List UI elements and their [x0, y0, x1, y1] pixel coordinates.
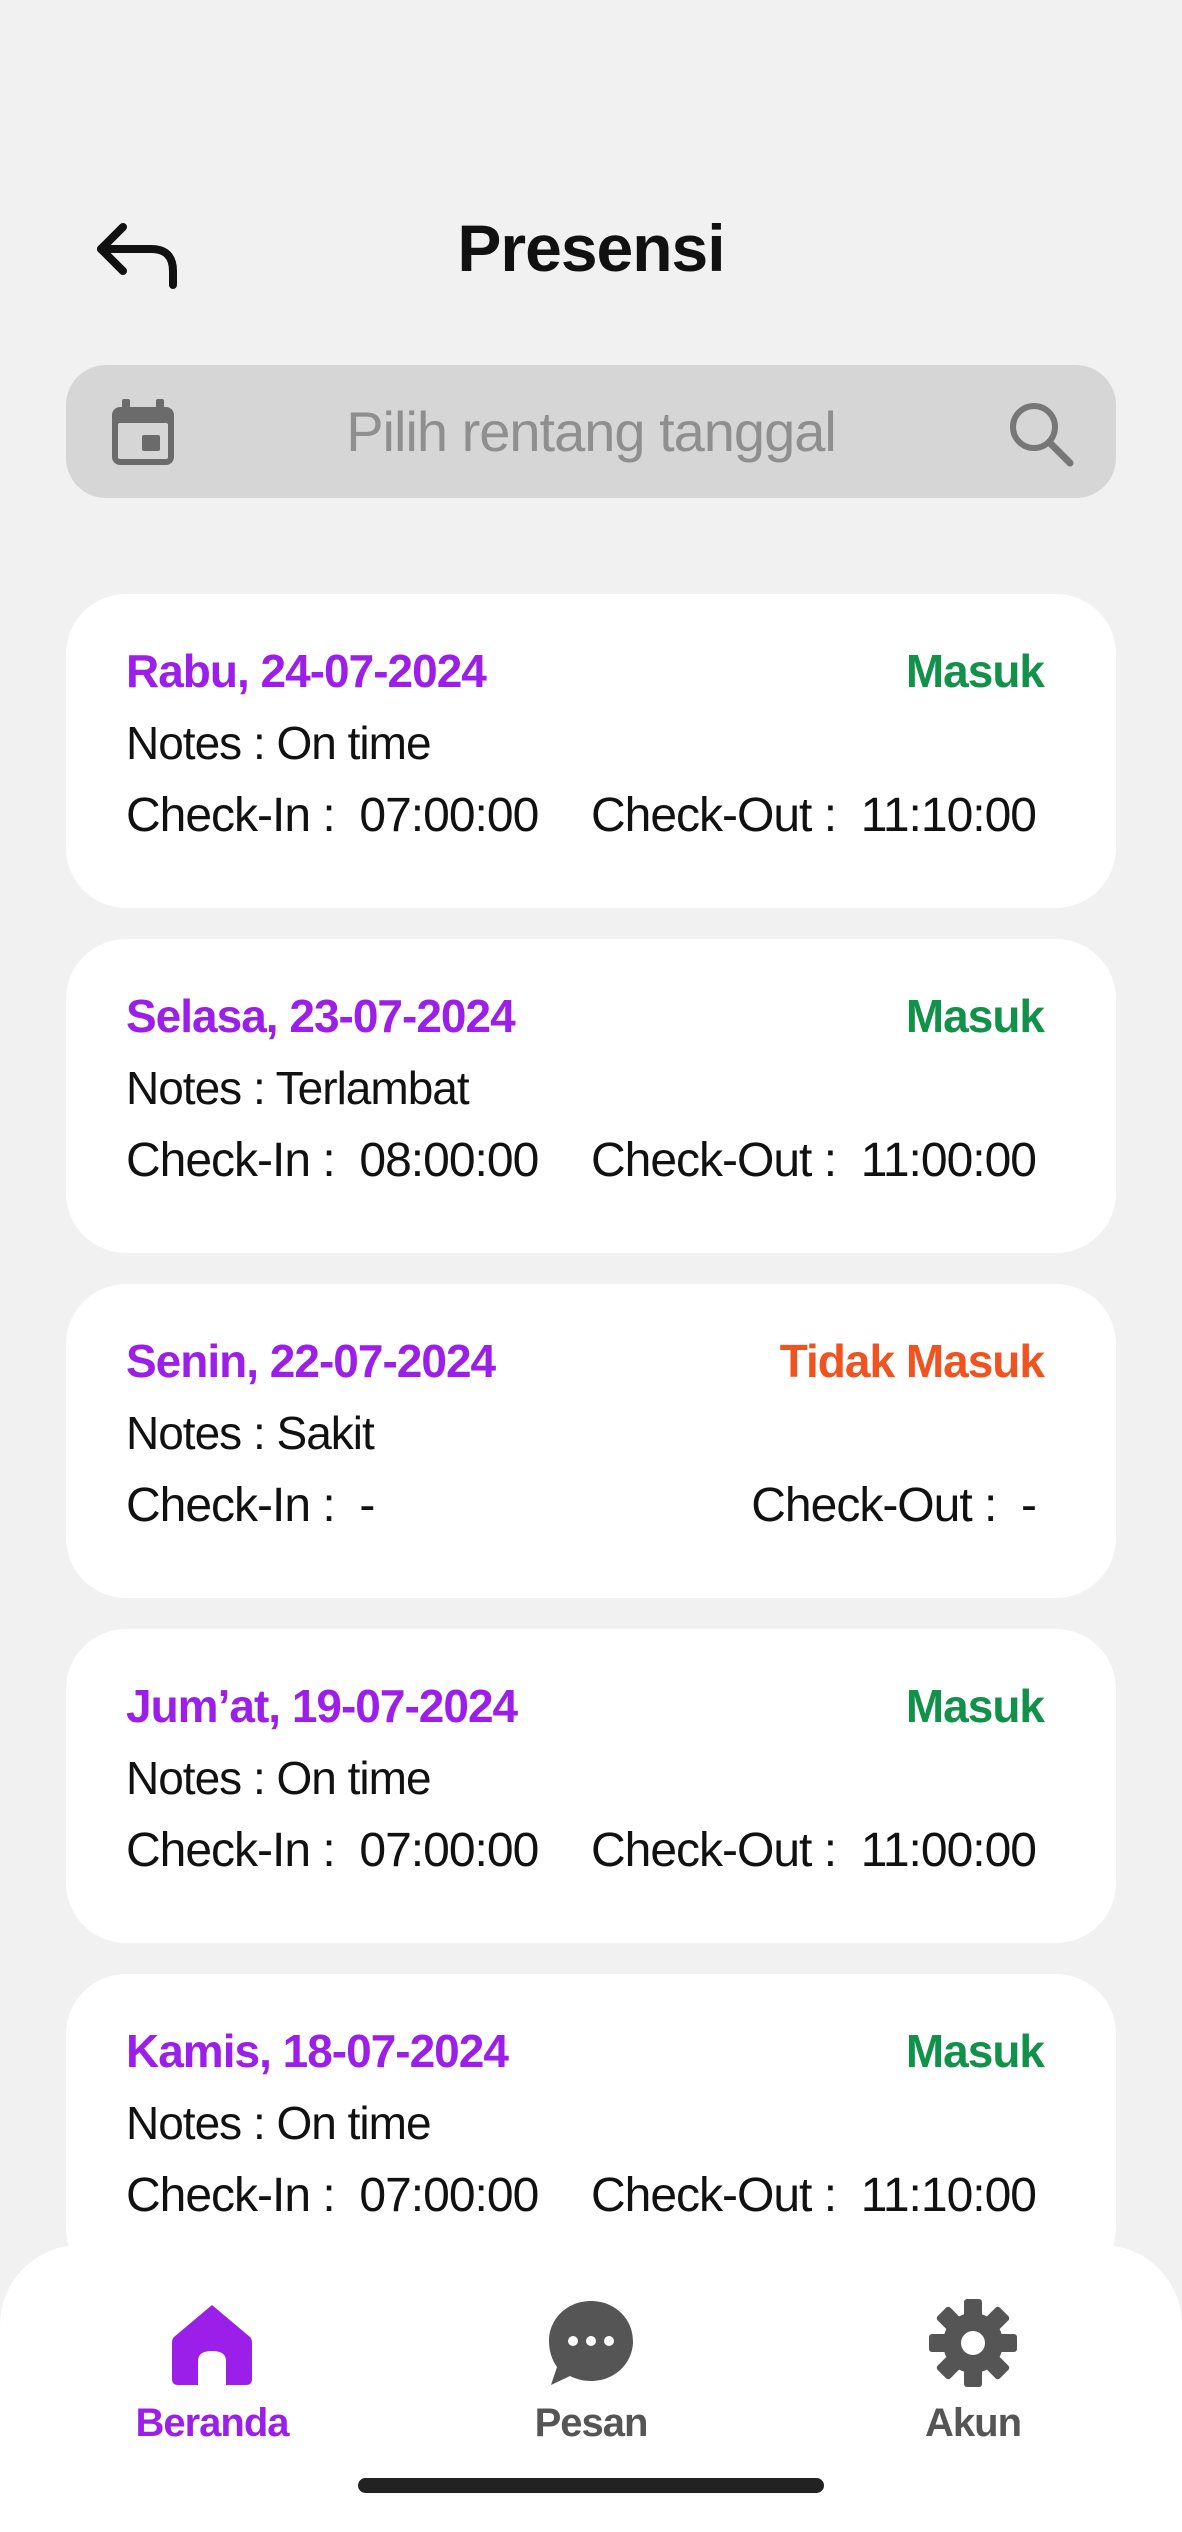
nav-item-akun[interactable]: Akun — [853, 2295, 1093, 2475]
attendance-notes: Notes : Sakit — [126, 1407, 375, 1459]
attendance-status: Tidak Masuk — [779, 1335, 1045, 1387]
check-in-time: Check-In : 07:00:00 — [126, 1824, 539, 1877]
date-range-picker[interactable]: Pilih rentang tanggal — [66, 365, 1116, 498]
attendance-notes: Notes : On time — [126, 1752, 432, 1804]
attendance-status: Masuk — [905, 990, 1045, 1042]
attendance-date: Selasa, 23-07-2024 — [126, 990, 516, 1042]
attendance-status: Masuk — [905, 2025, 1045, 2077]
attendance-date: Kamis, 18-07-2024 — [126, 2025, 509, 2077]
check-out-time: Check-Out : 11:00:00 — [590, 1134, 1037, 1187]
attendance-card[interactable]: Senin, 22-07-2024 Tidak Masuk Notes : Sa… — [66, 1284, 1116, 1598]
gear-icon — [929, 2299, 1017, 2387]
attendance-list: Rabu, 24-07-2024 Masuk Notes : On time C… — [66, 594, 1116, 2319]
nav-item-pesan[interactable]: Pesan — [471, 2295, 711, 2475]
check-in-time: Check-In : - — [126, 1479, 375, 1532]
check-in-time: Check-In : 07:00:00 — [126, 2169, 539, 2222]
date-range-placeholder: Pilih rentang tanggal — [346, 400, 837, 463]
attendance-notes: Notes : On time — [126, 717, 432, 769]
attendance-card[interactable]: Selasa, 23-07-2024 Masuk Notes : Terlamb… — [66, 939, 1116, 1253]
chat-icon — [549, 2301, 633, 2385]
search-icon[interactable] — [1006, 399, 1076, 469]
check-out-time: Check-Out : 11:10:00 — [590, 789, 1037, 842]
check-in-time: Check-In : 08:00:00 — [126, 1134, 539, 1187]
top-bar: Presensi — [0, 190, 1182, 310]
attendance-notes: Notes : Terlambat — [126, 1062, 470, 1114]
check-out-time: Check-Out : - — [751, 1479, 1037, 1532]
home-icon — [172, 2305, 252, 2385]
nav-item-beranda[interactable]: Beranda — [92, 2295, 332, 2475]
attendance-card[interactable]: Jum’at, 19-07-2024 Masuk Notes : On time… — [66, 1629, 1116, 1943]
nav-label: Akun — [925, 2401, 1022, 2445]
attendance-date: Jum’at, 19-07-2024 — [126, 1680, 518, 1732]
page-title: Presensi — [457, 211, 725, 285]
attendance-notes: Notes : On time — [126, 2097, 432, 2149]
nav-label: Pesan — [534, 2401, 649, 2445]
check-in-time: Check-In : 07:00:00 — [126, 789, 539, 842]
attendance-status: Masuk — [905, 1680, 1045, 1732]
attendance-date: Senin, 22-07-2024 — [126, 1335, 496, 1387]
attendance-card[interactable]: Rabu, 24-07-2024 Masuk Notes : On time C… — [66, 594, 1116, 908]
attendance-card[interactable]: Kamis, 18-07-2024 Masuk Notes : On time … — [66, 1974, 1116, 2288]
attendance-status: Masuk — [905, 645, 1045, 697]
check-out-time: Check-Out : 11:00:00 — [590, 1824, 1037, 1877]
home-indicator — [358, 2478, 824, 2493]
check-out-time: Check-Out : 11:10:00 — [590, 2169, 1037, 2222]
nav-label: Beranda — [135, 2401, 289, 2445]
attendance-date: Rabu, 24-07-2024 — [126, 645, 487, 697]
